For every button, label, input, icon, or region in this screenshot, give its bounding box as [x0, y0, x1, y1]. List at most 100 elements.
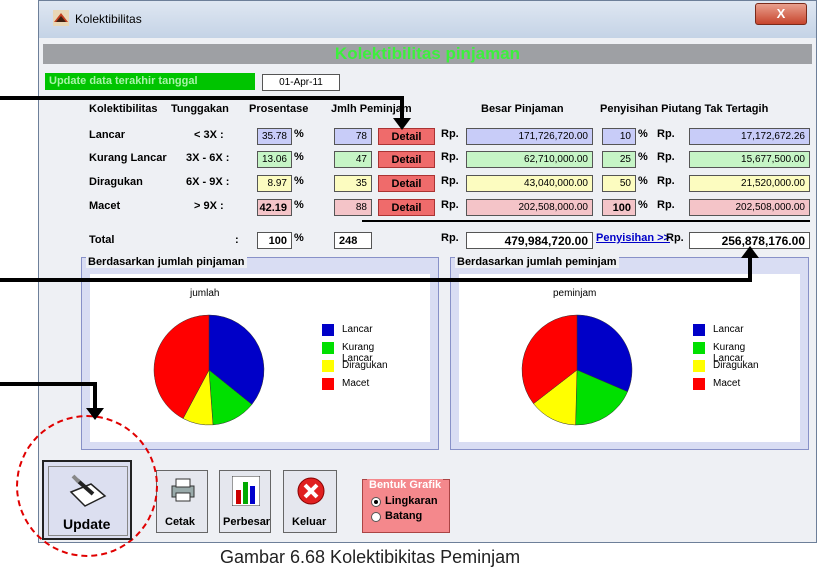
arrow-line	[0, 382, 97, 386]
legend-swatch	[322, 378, 334, 390]
row-label: Kurang Lancar	[89, 152, 167, 164]
header-prosentase: Prosentase	[249, 103, 309, 115]
row-penyisihan-pct: 50	[602, 175, 636, 192]
legend-label: Macet	[713, 378, 741, 389]
percent-sign: %	[638, 175, 648, 187]
rp-label: Rp.	[441, 199, 459, 211]
row-provision: 202,508,000.00	[689, 199, 810, 216]
rp-label: Rp.	[657, 151, 675, 163]
percent-sign: %	[294, 175, 304, 187]
header-penyisihan: Penyisihan Piutang Tak Tertagih	[600, 103, 769, 115]
row-prosentase: 8.97	[257, 175, 292, 192]
row-count: 78	[334, 128, 372, 145]
rp-label: Rp.	[657, 128, 675, 140]
arrow-line	[0, 96, 402, 100]
legend-swatch	[322, 342, 334, 354]
percent-sign: %	[294, 151, 304, 163]
percent-sign: %	[638, 199, 648, 211]
rp-label: Rp.	[657, 199, 675, 211]
rp-label: Rp.	[441, 175, 459, 187]
arrow-line	[748, 258, 752, 282]
row-amount: 62,710,000.00	[466, 151, 593, 168]
row-tunggakan: 6X - 9X :	[186, 176, 230, 188]
arrow-head-down	[393, 118, 411, 130]
legend-swatch	[322, 360, 334, 372]
detail-button[interactable]: Detail	[378, 199, 435, 216]
close-button[interactable]: X	[755, 3, 807, 25]
radio-batang[interactable]	[371, 512, 381, 522]
percent-sign: %	[294, 128, 304, 140]
row-amount: 171,726,720.00	[466, 128, 593, 145]
arrow-line	[400, 96, 404, 118]
bar-chart-icon	[232, 476, 260, 506]
chart-panel-jumlah: Berdasarkan jumlah pinjaman jumlah Lanca…	[81, 256, 439, 450]
panel-title: Berdasarkan jumlah pinjaman	[86, 256, 247, 268]
chart-area: jumlah Lancar Kurang Lancar Diragukan Ma…	[90, 274, 430, 442]
legend-swatch	[322, 324, 334, 336]
perbesar-button[interactable]: Perbesar	[219, 470, 271, 533]
legend-swatch	[693, 360, 705, 372]
bentuk-grafik-group: Bentuk Grafik Lingkaran Batang	[362, 479, 450, 533]
legend-label: Diragukan	[713, 360, 759, 371]
row-label: Diragukan	[89, 176, 143, 188]
figure-caption: Gambar 6.68 Kolektibikitas Peminjam	[220, 547, 521, 567]
panel-title: Berdasarkan jumlah peminjam	[455, 256, 619, 268]
pie-chart-jumlah	[153, 314, 265, 426]
keluar-label: Keluar	[292, 516, 327, 528]
row-amount: 202,508,000.00	[466, 199, 593, 216]
legend-label: Macet	[342, 378, 370, 389]
chart-title: jumlah	[190, 288, 220, 299]
row-prosentase: 42.19	[257, 199, 292, 216]
legend-label: Lancar	[342, 324, 373, 335]
legend-label: Lancar	[713, 324, 744, 335]
rp-label: Rp.	[441, 128, 459, 140]
legend-swatch	[693, 378, 705, 390]
detail-button[interactable]: Detail	[378, 128, 435, 145]
title-bar[interactable]: Kolektibilitas X	[39, 1, 816, 38]
percent-sign: %	[294, 199, 304, 211]
chart-title: peminjam	[553, 288, 597, 299]
row-tunggakan: > 9X :	[194, 200, 224, 212]
close-icon	[297, 477, 325, 505]
kolektibilitas-window: Kolektibilitas X Kolektibilitas pinjaman…	[38, 0, 817, 543]
row-prosentase: 13.06	[257, 151, 292, 168]
percent-sign: %	[638, 128, 648, 140]
rp-label: Rp.	[666, 232, 684, 244]
update-button[interactable]: Update	[42, 460, 132, 540]
row-penyisihan-pct: 100	[602, 199, 636, 216]
header-kolektibilitas: Kolektibilitas	[89, 103, 158, 115]
row-provision: 17,172,672.26	[689, 128, 810, 145]
total-label: Total	[89, 234, 115, 246]
row-tunggakan: < 3X :	[194, 129, 224, 141]
row-penyisihan-pct: 10	[602, 128, 636, 145]
app-icon	[53, 10, 69, 26]
printer-icon	[171, 478, 195, 502]
update-label: Update	[63, 516, 111, 532]
total-count: 248	[334, 232, 372, 249]
penyisihan-link[interactable]: Penyisihan >>	[596, 232, 670, 244]
row-provision: 21,520,000.00	[689, 175, 810, 192]
separator-line	[362, 220, 810, 222]
rp-label: Rp.	[441, 232, 459, 244]
chart-area: peminjam Lancar Kurang Lancar Diragukan …	[459, 274, 800, 442]
header-besar-pinjaman: Besar Pinjaman	[481, 103, 564, 115]
row-count: 47	[334, 151, 372, 168]
radio-dot	[374, 500, 378, 504]
row-prosentase: 35.78	[257, 128, 292, 145]
detail-button[interactable]: Detail	[378, 175, 435, 192]
radio-batang-label: Batang	[385, 510, 423, 522]
keluar-button[interactable]: Keluar	[283, 470, 337, 533]
legend-label: Diragukan	[342, 360, 388, 371]
cetak-button[interactable]: Cetak	[156, 470, 208, 533]
chart-panel-peminjam: Berdasarkan jumlah peminjam peminjam Lan…	[450, 256, 809, 450]
detail-button[interactable]: Detail	[378, 151, 435, 168]
banner-title: Kolektibilitas pinjaman	[43, 44, 812, 64]
rp-label: Rp.	[441, 151, 459, 163]
update-date-label: Update data terakhir tanggal	[45, 73, 255, 90]
bentuk-grafik-title: Bentuk Grafik	[367, 479, 444, 491]
arrow-head-up	[741, 246, 759, 258]
total-colon: :	[235, 234, 239, 246]
cetak-label: Cetak	[165, 516, 195, 528]
row-label: Macet	[89, 200, 121, 212]
radio-lingkaran[interactable]	[371, 497, 381, 507]
